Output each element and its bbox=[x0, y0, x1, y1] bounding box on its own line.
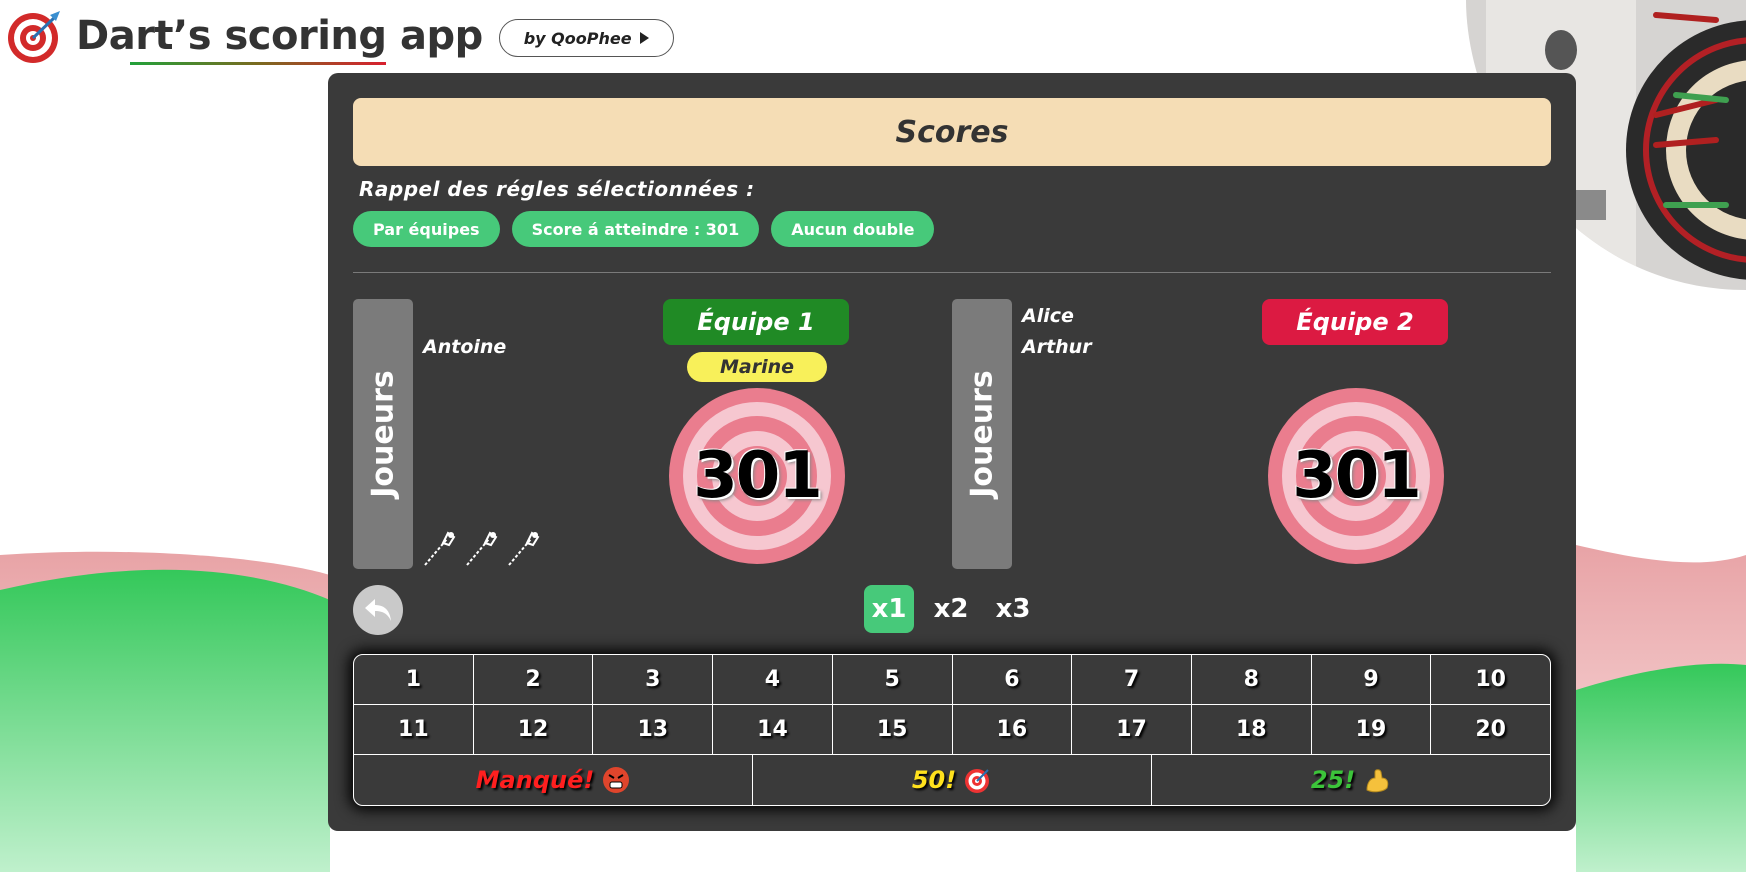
app-header: Dart’s scoring app by QooPhee bbox=[6, 6, 674, 66]
half-bull-button[interactable]: 25! bbox=[1152, 755, 1550, 805]
number-button-4[interactable]: 4 bbox=[713, 655, 833, 705]
number-button-15[interactable]: 15 bbox=[832, 705, 953, 755]
number-button-20[interactable]: 20 bbox=[1431, 705, 1550, 755]
number-button-5[interactable]: 5 bbox=[832, 655, 953, 705]
current-player-badge: Marine bbox=[687, 352, 827, 382]
number-button-7[interactable]: 7 bbox=[1072, 655, 1192, 705]
players-tab-label: Joueurs bbox=[365, 370, 401, 498]
team-2-section: Joueurs Alice Arthur Équipe 2 301 bbox=[952, 299, 1550, 571]
player-name bbox=[423, 301, 506, 332]
bullseye-icon bbox=[965, 769, 990, 793]
keypad-row-2: 11 12 13 14 15 16 17 18 19 20 bbox=[354, 705, 1550, 755]
rules-reminder-title: Rappel des régles sélectionnées : bbox=[359, 177, 755, 201]
by-qoophee-button[interactable]: by QooPhee bbox=[498, 19, 674, 57]
number-button-2[interactable]: 2 bbox=[473, 655, 594, 705]
scores-title: Scores bbox=[353, 98, 1551, 166]
number-button-19[interactable]: 19 bbox=[1311, 705, 1432, 755]
players-tab-label: Joueurs bbox=[964, 370, 1000, 498]
play-triangle-icon bbox=[639, 32, 649, 44]
team-1-player-list: Antoine bbox=[423, 301, 506, 363]
players-tab-team-1[interactable]: Joueurs bbox=[353, 299, 413, 569]
dart-icon bbox=[508, 531, 540, 566]
flexed-arm-icon bbox=[1366, 769, 1389, 793]
half-bull-label: 25! bbox=[1310, 766, 1356, 794]
number-button-9[interactable]: 9 bbox=[1311, 655, 1432, 705]
divider bbox=[353, 272, 1551, 273]
multiplier-x1-button[interactable]: x1 bbox=[864, 585, 914, 633]
player-name: Arthur bbox=[1022, 336, 1092, 358]
scores-panel: Scores Rappel des régles sélectionnées :… bbox=[328, 73, 1576, 831]
rule-chip-teams: Par équipes bbox=[353, 211, 500, 247]
number-button-13[interactable]: 13 bbox=[593, 705, 714, 755]
team-2-score-target: 301 bbox=[1267, 387, 1445, 565]
undo-arrow-icon bbox=[365, 599, 391, 621]
app-title: Dart’s scoring app bbox=[76, 13, 483, 59]
number-button-12[interactable]: 12 bbox=[473, 705, 594, 755]
keypad-row-1: 1 2 3 4 5 6 7 8 9 10 bbox=[354, 655, 1550, 705]
darts-remaining bbox=[421, 527, 541, 567]
team-2-player-list: Alice Arthur bbox=[1022, 301, 1092, 363]
number-button-16[interactable]: 16 bbox=[952, 705, 1073, 755]
number-button-18[interactable]: 18 bbox=[1191, 705, 1312, 755]
score-keypad: 1 2 3 4 5 6 7 8 9 10 11 12 13 14 15 16 1… bbox=[353, 654, 1551, 806]
multiplier-selector: x1 x2 x3 bbox=[864, 585, 1038, 633]
number-button-17[interactable]: 17 bbox=[1072, 705, 1192, 755]
rule-chips: Par équipes Score á atteindre : 301 Aucu… bbox=[353, 211, 935, 247]
team-1-section: Joueurs Antoine Équipe 1 Marine 301 bbox=[353, 299, 951, 571]
undo-button[interactable] bbox=[353, 585, 403, 635]
team-2-score: 301 bbox=[1292, 439, 1422, 513]
title-underline bbox=[130, 62, 386, 65]
number-button-3[interactable]: 3 bbox=[593, 655, 714, 705]
angry-face-icon bbox=[603, 767, 630, 793]
missed-button[interactable]: Manqué! bbox=[354, 755, 753, 805]
number-button-8[interactable]: 8 bbox=[1191, 655, 1312, 705]
dartboard-icon bbox=[8, 11, 60, 63]
missed-label: Manqué! bbox=[475, 766, 595, 794]
player-name: Alice bbox=[1022, 305, 1074, 327]
team-1-score: 301 bbox=[693, 439, 823, 513]
multiplier-x3-button[interactable]: x3 bbox=[988, 585, 1038, 633]
team-1-score-target: 301 bbox=[668, 387, 846, 565]
number-button-10[interactable]: 10 bbox=[1431, 655, 1550, 705]
number-button-6[interactable]: 6 bbox=[952, 655, 1073, 705]
keypad-row-specials: Manqué! 50! 25! bbox=[354, 755, 1550, 805]
team-2-label: Équipe 2 bbox=[1262, 299, 1448, 345]
players-tab-team-2[interactable]: Joueurs bbox=[952, 299, 1012, 569]
number-button-11[interactable]: 11 bbox=[354, 705, 474, 755]
by-qoophee-label: by QooPhee bbox=[523, 28, 632, 48]
bullseye-label: 50! bbox=[911, 766, 957, 794]
number-button-14[interactable]: 14 bbox=[713, 705, 833, 755]
multiplier-x2-button[interactable]: x2 bbox=[926, 585, 976, 633]
rule-chip-no-double: Aucun double bbox=[771, 211, 935, 247]
player-name: Antoine bbox=[423, 336, 507, 358]
bullseye-button[interactable]: 50! bbox=[753, 755, 1152, 805]
dart-icon bbox=[424, 531, 456, 566]
team-1-label: Équipe 1 bbox=[663, 299, 849, 345]
rule-chip-target-score: Score á atteindre : 301 bbox=[511, 211, 760, 247]
number-button-1[interactable]: 1 bbox=[354, 655, 474, 705]
dart-icon bbox=[466, 531, 498, 566]
